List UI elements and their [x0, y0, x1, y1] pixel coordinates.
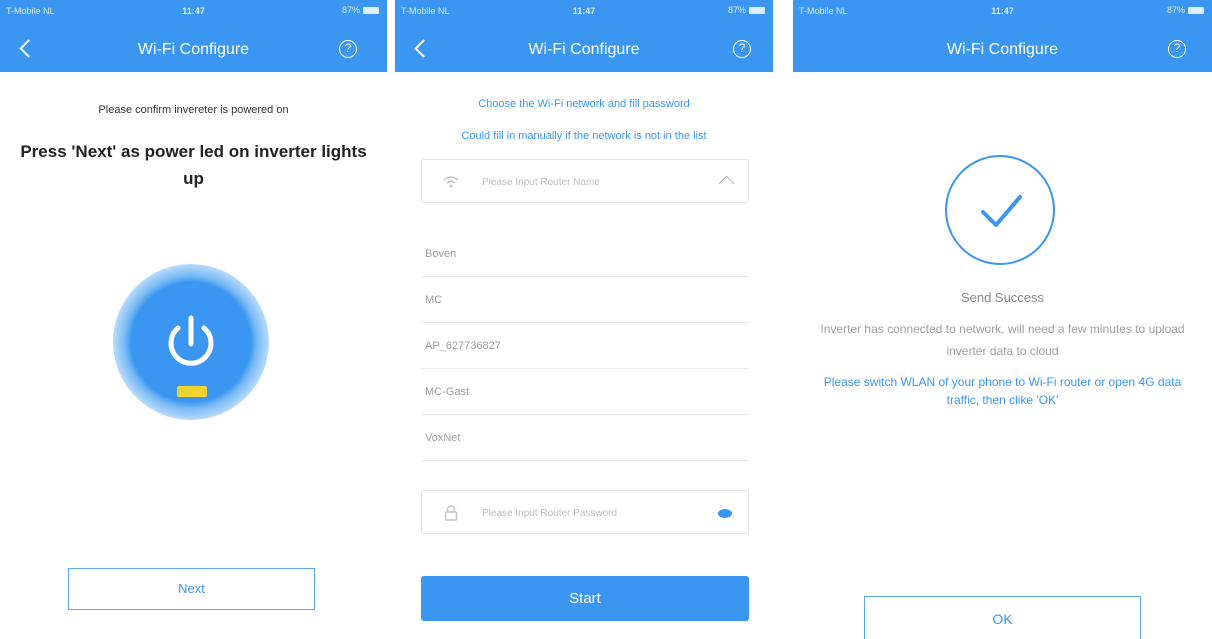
- network-item[interactable]: MC: [421, 277, 749, 323]
- battery-icon: [1188, 6, 1204, 14]
- network-item[interactable]: Boven: [421, 231, 749, 277]
- network-item[interactable]: VoxNet: [421, 415, 749, 461]
- eye-icon[interactable]: [718, 509, 732, 518]
- help-icon[interactable]: ?: [1168, 40, 1186, 58]
- status-battery: 87%: [342, 5, 379, 15]
- router-name-field[interactable]: [421, 159, 749, 203]
- nav-header: T-Mobile NL 11:47 87% Wi-Fi Configure ?: [395, 0, 773, 72]
- start-button[interactable]: Start: [421, 576, 749, 621]
- nav-header: T-Mobile NL 11:47 87% Wi-Fi Configure ?: [793, 0, 1212, 72]
- help-icon[interactable]: ?: [733, 40, 751, 58]
- success-description: Inverter has connected to network, will …: [820, 322, 1185, 358]
- router-name-input[interactable]: [482, 172, 682, 192]
- status-time: 11:47: [991, 6, 1014, 16]
- next-button[interactable]: Next: [68, 568, 315, 610]
- router-password-field[interactable]: [421, 490, 749, 534]
- page-title: Wi-Fi Configure: [946, 41, 1059, 58]
- status-time: 11:47: [572, 6, 596, 16]
- screen-send-success: T-Mobile NL 11:47 87% Wi-Fi Configure ? …: [793, 0, 1212, 639]
- info-choose-network: Choose the Wi-Fi network and fill passwo…: [478, 98, 690, 110]
- checkmark-icon: [981, 195, 1022, 227]
- battery-icon: [363, 6, 379, 14]
- help-icon[interactable]: ?: [339, 40, 357, 58]
- lock-icon: [444, 505, 458, 521]
- status-battery: 87%: [728, 5, 765, 15]
- confirm-text: Please confirm invereter is powered on: [98, 104, 289, 116]
- battery-percent: 87%: [341, 5, 360, 15]
- page-title: Wi-Fi Configure: [528, 41, 640, 58]
- screen-confirm-power: T-Mobile NL 11:47 87% Wi-Fi Configure ? …: [0, 0, 387, 639]
- ok-button[interactable]: OK: [864, 596, 1141, 639]
- switch-wlan-instruction: Please switch WLAN of your phone to Wi-F…: [823, 375, 1182, 407]
- router-password-input[interactable]: [482, 503, 682, 523]
- battery-percent: 87%: [1166, 5, 1185, 15]
- battery-percent: 87%: [727, 5, 746, 15]
- power-icon: [168, 315, 214, 397]
- power-led: [177, 386, 207, 397]
- power-indicator: [113, 264, 269, 420]
- info-manual-fill: Could fill in manually if the network is…: [461, 130, 707, 142]
- status-bar: T-Mobile NL 11:47 87%: [0, 0, 387, 22]
- status-bar: T-Mobile NL 11:47 87%: [793, 0, 1212, 22]
- status-time: 11:47: [182, 6, 205, 16]
- network-item[interactable]: AP_627736827: [421, 323, 749, 369]
- press-next-instruction: Press 'Next' as power led on inverter li…: [20, 142, 367, 188]
- screen-select-network: T-Mobile NL 11:47 87% Wi-Fi Configure ? …: [395, 0, 773, 639]
- chevron-up-icon[interactable]: [718, 175, 735, 192]
- battery-icon: [749, 6, 765, 14]
- success-badge: [945, 155, 1055, 265]
- success-title: Send Success: [960, 290, 1045, 305]
- nav-header: T-Mobile NL 11:47 87% Wi-Fi Configure ?: [0, 0, 387, 72]
- wifi-icon: [443, 176, 459, 188]
- network-list: Boven MC AP_627736827 MC-Gast VoxNet: [421, 231, 749, 461]
- page-title: Wi-Fi Configure: [137, 41, 250, 58]
- network-item[interactable]: MC-Gast: [421, 369, 749, 415]
- status-battery: 87%: [1167, 5, 1204, 15]
- status-bar: T-Mobile NL 11:47 87%: [395, 0, 773, 22]
